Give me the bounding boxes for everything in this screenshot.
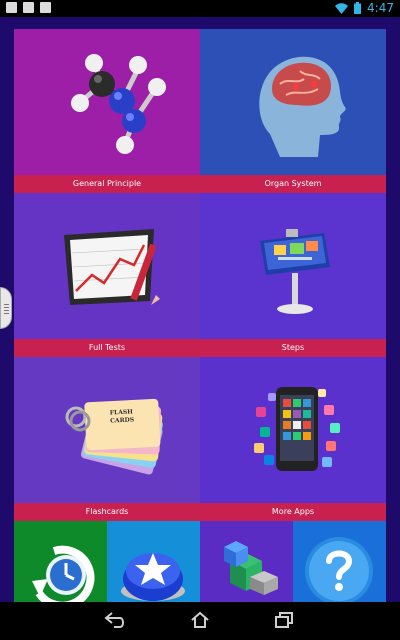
notification-icons xyxy=(6,2,51,13)
brain-head-icon xyxy=(259,56,346,157)
smartphone-apps-icon xyxy=(254,387,340,471)
tile-general-principle[interactable]: General Principle xyxy=(14,29,200,193)
status-bar: 4:47 xyxy=(0,0,400,17)
star-button-icon xyxy=(121,553,185,601)
wifi-icon xyxy=(335,2,349,14)
rate-app-button[interactable] xyxy=(107,521,200,602)
app-screen: General Principle Organ System Full Test… xyxy=(0,17,400,602)
presentation-stand-icon xyxy=(260,229,330,314)
recents-icon xyxy=(275,612,293,628)
tile-organ-system[interactable]: Organ System xyxy=(200,29,386,193)
tile-label: Steps xyxy=(200,339,386,357)
image-notification-icon xyxy=(23,2,34,13)
clock-time: 4:47 xyxy=(367,1,394,15)
flash-cards-icon xyxy=(65,398,163,475)
clock-icon xyxy=(32,545,95,602)
mail-notification-icon xyxy=(40,2,51,13)
navigation-bar xyxy=(0,602,400,640)
battery-icon xyxy=(354,2,362,14)
tile-steps[interactable]: Steps xyxy=(200,193,386,357)
back-icon xyxy=(104,612,124,628)
home-icon xyxy=(191,611,209,628)
tile-label: General Principle xyxy=(14,175,200,193)
back-button[interactable] xyxy=(104,611,126,629)
clock-app-button[interactable] xyxy=(14,521,107,602)
cubes-app-button[interactable] xyxy=(200,521,293,602)
help-button[interactable] xyxy=(293,521,386,602)
tile-flashcards[interactable]: FLASH CARDS Flashcards xyxy=(14,357,200,521)
chart-board-icon xyxy=(64,229,160,305)
flashcard-text: FLASH CARDS xyxy=(109,408,135,425)
home-button[interactable] xyxy=(189,611,211,629)
tile-full-tests[interactable]: Full Tests xyxy=(14,193,200,357)
tile-label: Full Tests xyxy=(14,339,200,357)
recents-button[interactable] xyxy=(274,611,296,629)
tile-label: Organ System xyxy=(200,175,386,193)
drawer-handle[interactable] xyxy=(0,287,12,329)
tile-label: Flashcards xyxy=(14,503,200,521)
3d-cubes-icon xyxy=(224,541,278,595)
help-icon xyxy=(305,537,373,602)
tile-more-apps[interactable]: More Apps xyxy=(200,357,386,521)
notification-icon-1 xyxy=(6,2,17,13)
molecule-icon xyxy=(71,54,166,154)
tile-label: More Apps xyxy=(200,503,386,521)
